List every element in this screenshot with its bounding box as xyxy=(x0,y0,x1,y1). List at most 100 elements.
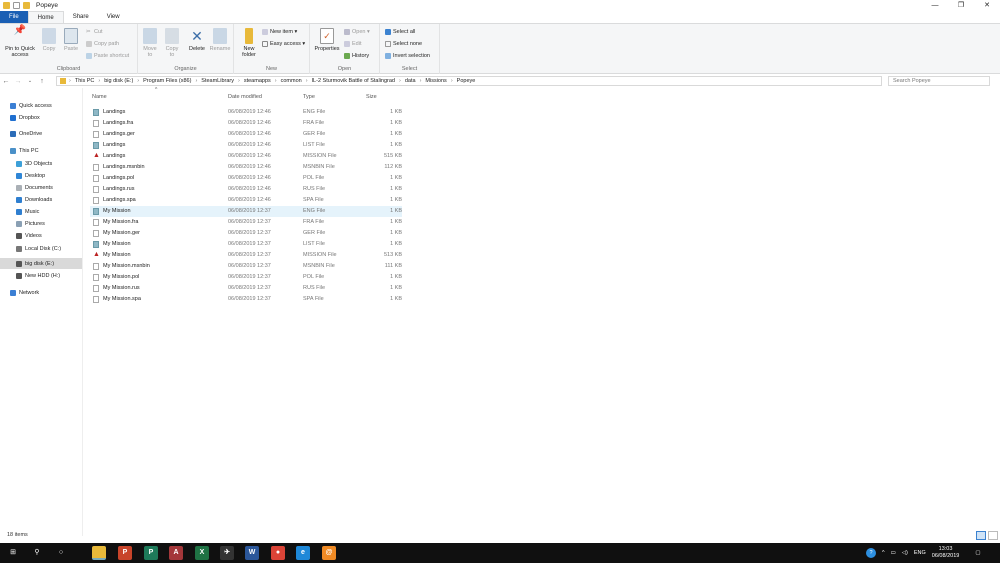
sidebar-item[interactable]: Videos xyxy=(0,230,82,241)
breadcrumb-item[interactable]: big disk (E:) xyxy=(104,78,133,84)
file-row[interactable]: My Mission.msnbin 06/08/2019 12:37 MSNBIN … xyxy=(90,261,402,272)
excel-taskbar-button[interactable]: X xyxy=(195,546,209,560)
move-to-button[interactable]: Move to xyxy=(141,28,159,58)
sidebar-item[interactable]: New HDD (H:) xyxy=(0,270,82,281)
sidebar-item[interactable]: Downloads xyxy=(0,194,82,205)
open-button[interactable]: Open ▾ xyxy=(344,29,370,35)
word-taskbar-button[interactable]: W xyxy=(245,546,259,560)
recent-locations-button[interactable]: ⌄ xyxy=(24,78,36,84)
app-orange-taskbar-button[interactable]: @ xyxy=(322,546,336,560)
large-icons-view-button[interactable] xyxy=(988,531,998,540)
help-icon[interactable]: ? xyxy=(866,548,876,558)
breadcrumb-item[interactable]: data xyxy=(405,78,416,84)
breadcrumb-item[interactable]: Missions xyxy=(425,78,446,84)
file-row[interactable]: Landings.fra 06/08/2019 12:46 FRA File 1 KB xyxy=(90,118,402,129)
sidebar-item[interactable]: Network xyxy=(0,287,82,298)
column-date[interactable]: Date modified xyxy=(228,94,262,100)
paste-button[interactable]: Paste xyxy=(62,28,80,52)
start-button[interactable]: ⊞ xyxy=(6,546,20,560)
column-name[interactable]: Name xyxy=(92,94,107,100)
breadcrumb-item[interactable]: Popeye xyxy=(457,78,476,84)
sidebar-item[interactable]: Documents xyxy=(0,182,82,193)
copy-to-button[interactable]: Copy to xyxy=(163,28,181,58)
file-row[interactable]: My Mission.fra 06/08/2019 12:37 FRA File 1 … xyxy=(90,217,402,228)
file-row[interactable]: Landings.pol 06/08/2019 12:46 POL File 1 KB xyxy=(90,173,402,184)
il2-game-taskbar-button[interactable]: ✈ xyxy=(220,546,234,560)
maximize-button[interactable]: ❐ xyxy=(948,0,974,11)
publisher-taskbar-button[interactable]: P xyxy=(144,546,158,560)
file-row[interactable]: My Mission.rus 06/08/2019 12:37 RUS File 1 … xyxy=(90,283,402,294)
paste-shortcut-button[interactable]: Paste shortcut xyxy=(86,53,129,59)
forward-button[interactable]: → xyxy=(12,78,24,85)
copy-button[interactable]: Copy xyxy=(40,28,58,52)
details-view-button[interactable] xyxy=(976,531,986,540)
sidebar-item[interactable]: Dropbox xyxy=(0,112,82,123)
network-icon[interactable]: ▭ xyxy=(891,550,896,556)
rename-button[interactable]: Rename xyxy=(209,28,231,52)
sidebar-item[interactable]: OneDrive xyxy=(0,128,82,139)
easy-access-button[interactable]: Easy access ▾ xyxy=(262,41,305,47)
breadcrumb-item[interactable]: steamapps xyxy=(244,78,271,84)
new-folder-button[interactable]: New folder xyxy=(238,28,260,58)
new-item-button[interactable]: New item ▾ xyxy=(262,29,297,35)
tab-file[interactable]: File xyxy=(0,11,28,23)
file-row[interactable]: My Mission.ger 06/08/2019 12:37 GER File 1 … xyxy=(90,228,402,239)
history-button[interactable]: History xyxy=(344,53,369,59)
minimize-button[interactable]: — xyxy=(922,0,948,11)
file-row[interactable]: ▲ My Mission 06/08/2019 12:37 MISSION File 5… xyxy=(90,250,402,261)
copy-path-button[interactable]: Copy path xyxy=(86,41,119,47)
file-row[interactable]: ▲ Landings 06/08/2019 12:46 MISSION File 515… xyxy=(90,151,402,162)
pin-quick-access-button[interactable]: 📌 Pin to Quick access xyxy=(2,26,38,59)
file-row[interactable]: My Mission.pol 06/08/2019 12:37 POL File 1 … xyxy=(90,272,402,283)
tab-share[interactable]: Share xyxy=(64,11,98,23)
search-icon[interactable]: ⚲ xyxy=(30,546,44,560)
edit-button[interactable]: Edit xyxy=(344,41,361,47)
sidebar-item[interactable]: Quick access xyxy=(0,100,82,111)
powerpoint-taskbar-button[interactable]: P xyxy=(118,546,132,560)
cut-button[interactable]: ✂ Cut xyxy=(86,29,103,35)
back-button[interactable]: ← xyxy=(0,78,12,85)
sidebar-item[interactable]: This PC xyxy=(0,145,82,156)
tab-home[interactable]: Home xyxy=(27,11,64,23)
clock[interactable]: 13:03 06/08/2019 xyxy=(932,546,960,560)
sidebar-item[interactable]: Local Disk (C:) xyxy=(0,243,82,254)
properties-quick-icon[interactable] xyxy=(13,2,20,9)
language-indicator[interactable]: ENG xyxy=(914,550,926,556)
access-taskbar-button[interactable]: A xyxy=(169,546,183,560)
breadcrumb-item[interactable]: Program Files (x86) xyxy=(143,78,191,84)
task-view-button[interactable]: ○ xyxy=(54,546,68,560)
file-row[interactable]: Landings.rus 06/08/2019 12:46 RUS File 1 KB xyxy=(90,184,402,195)
notifications-icon[interactable]: ▢ xyxy=(975,550,980,556)
up-button[interactable]: ↑ xyxy=(36,78,48,85)
search-input[interactable]: Search Popeye xyxy=(888,76,990,86)
sidebar-item[interactable]: 3D Objects xyxy=(0,158,82,169)
chrome-taskbar-button[interactable]: ● xyxy=(271,546,285,560)
edge-taskbar-button[interactable]: e xyxy=(296,546,310,560)
file-row[interactable]: Landings 06/08/2019 12:46 ENG File 1 KB xyxy=(90,107,402,118)
close-button[interactable]: ✕ xyxy=(974,0,1000,11)
select-none-button[interactable]: Select none xyxy=(385,41,422,47)
sidebar-item[interactable]: Desktop xyxy=(0,170,82,181)
file-row[interactable]: My Mission.spa 06/08/2019 12:37 SPA File 1 … xyxy=(90,294,402,305)
file-row[interactable]: Landings.spa 06/08/2019 12:46 SPA File 1 KB xyxy=(90,195,402,206)
breadcrumb-item[interactable]: This PC xyxy=(75,78,95,84)
properties-button[interactable]: ✓ Properties xyxy=(313,28,341,52)
file-row[interactable]: My Mission 06/08/2019 12:37 LIST File 1 KB xyxy=(90,239,402,250)
breadcrumb-item[interactable]: common xyxy=(281,78,302,84)
sidebar-item[interactable]: Pictures xyxy=(0,218,82,229)
file-row[interactable]: My Mission 06/08/2019 12:37 ENG File 1 KB xyxy=(90,206,402,217)
breadcrumb[interactable]: › This PC › big disk (E:) › Program Files (x8… xyxy=(56,76,882,86)
volume-icon[interactable]: ◁) xyxy=(902,550,908,556)
file-row[interactable]: Landings.msnbin 06/08/2019 12:46 MSNBIN Fi… xyxy=(90,162,402,173)
sidebar-item[interactable]: Music xyxy=(0,206,82,217)
new-folder-quick-icon[interactable] xyxy=(23,2,30,9)
tab-view[interactable]: View xyxy=(98,11,129,23)
column-type[interactable]: Type xyxy=(303,94,315,100)
file-explorer-taskbar-button[interactable] xyxy=(92,546,106,560)
breadcrumb-item[interactable]: IL-2 Sturmovik Battle of Stalingrad xyxy=(312,78,395,84)
file-row[interactable]: Landings.ger 06/08/2019 12:46 GER File 1 KB xyxy=(90,129,402,140)
column-size[interactable]: Size xyxy=(366,94,377,100)
sidebar-item[interactable]: big disk (E:) xyxy=(0,258,82,269)
file-row[interactable]: Landings 06/08/2019 12:46 LIST File 1 KB xyxy=(90,140,402,151)
delete-button[interactable]: ✕ Delete xyxy=(187,28,207,52)
